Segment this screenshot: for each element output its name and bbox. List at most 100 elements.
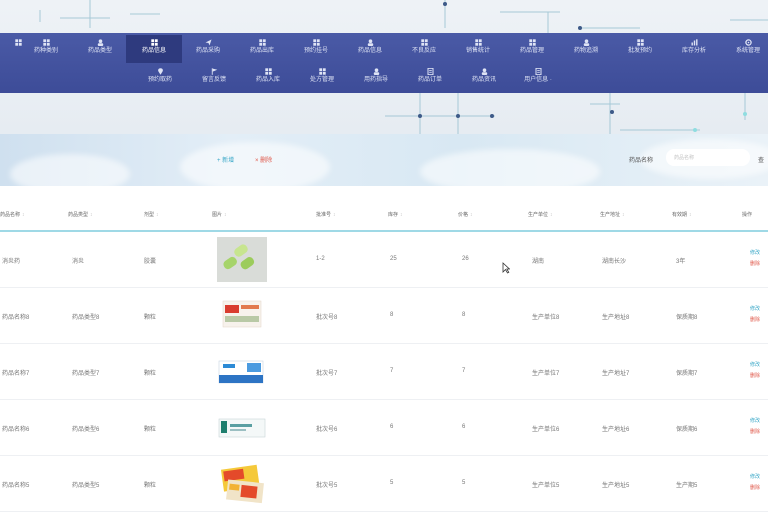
table-cell: 6 [390,424,394,430]
row-delete-button[interactable]: 删除 [750,260,760,267]
nav-item[interactable]: 销售统计 [450,35,506,63]
send-icon [205,39,212,46]
sort-icon: ↕ [156,212,159,218]
medicine-image [217,237,267,282]
edit-button[interactable]: 修改 [750,305,760,312]
nav-item[interactable]: 留言反馈 [186,64,242,92]
table-cell: 药品类型7 [72,371,100,377]
doc-icon [535,68,542,75]
nav-item[interactable]: 用户信息 · [510,64,566,92]
row-delete-button[interactable]: 删除 [750,372,760,379]
search-input[interactable] [666,149,750,166]
column-header[interactable]: 操作 [742,211,752,218]
column-header[interactable]: 生产地址 ↕ [600,211,625,218]
column-header-label: 药品类型 [68,212,89,218]
cloud-decoration [420,149,600,186]
table-cell: 药品名称7 [2,371,30,377]
table-row[interactable]: 药品名称5 药品类型5 颗粒 批次号5 5 5 生产单位5 生产地址5 生产期5 修改 删除 [0,456,768,512]
medicine-image [217,349,267,394]
medicine-image [217,293,267,338]
column-header-label: 操作 [742,212,753,218]
main-nav: 药种类别 药品类型 药品信息 药品采购 药品出库 预约挂号 药品信息 不良反应 销售统计 药品管理… [0,33,768,93]
nav-item[interactable]: 药品出库 [234,35,290,63]
chart-icon [691,39,698,46]
table-row[interactable]: 药品名称7 药品类型7 颗粒 批次号7 7 7 生产单位7 生产地址7 保质期7 修改 删除 [0,344,768,400]
grid-icon [312,39,320,46]
search-button[interactable]: 查 [758,155,764,164]
nav-item[interactable]: 药品管理 [504,35,560,63]
sort-icon: ↕ [224,212,227,218]
cloud-decoration [10,154,130,186]
nav-item-label: 用户信息 · [524,77,552,83]
column-header-label: 库存 [388,212,399,218]
user-icon [481,68,488,75]
nav-item[interactable]: 药品采购 [180,35,236,63]
nav-item[interactable]: 不良反应 [396,35,452,63]
table-cell: 生产地址5 [602,483,630,489]
table-cell: 湖南长沙 [602,259,627,265]
table-cell: 颗粒 [144,483,157,489]
table-row[interactable]: 药品名称8 药品类型8 颗粒 批次号8 8 8 生产单位8 生产地址8 保质期8 修改 删除 [0,288,768,344]
column-header[interactable]: 图片 ↕ [212,211,227,218]
table-cell: 生产地址7 [602,371,630,377]
nav-item-label: 系统管理 [735,48,760,54]
grid-icon [264,68,272,75]
edit-button[interactable]: 修改 [750,361,760,368]
table-row[interactable]: 药品名称6 药品类型6 颗粒 批次号6 6 6 生产单位6 生产地址6 保质期6 修改 删除 [0,400,768,456]
column-header[interactable]: 剂型 ↕ [144,211,159,218]
table-cell: 批次号7 [316,371,338,377]
grid-icon [528,39,536,46]
nav-item[interactable]: 药品订单 [402,64,458,92]
nav-item[interactable]: 批发预约 [612,35,668,63]
edit-button[interactable]: 修改 [750,473,760,480]
nav-item-label: 销售统计 [465,48,490,54]
nav-item-label: 不良反应 [411,48,436,54]
nav-item[interactable]: 用药指导 [348,64,404,92]
nav-item-label: 药品类型 [87,48,112,54]
row-delete-button[interactable]: 删除 [750,316,760,323]
column-header[interactable]: 有效期 ↕ [672,211,692,218]
nav-item[interactable]: 药品类型 [72,35,128,63]
column-header[interactable]: 批准号 ↕ [316,211,336,218]
nav-item[interactable]: 药品入库 [240,64,296,92]
add-button[interactable]: + 新增 [217,155,234,164]
nav-item[interactable]: 预约挂号 [288,35,344,63]
nav-item[interactable]: 系统管理 [720,35,768,63]
delete-button-label: × 删除 [255,158,273,164]
pin-icon [157,68,164,75]
nav-item-label: 留言反馈 [201,77,226,83]
nav-item-label: 药品管理 [519,48,544,54]
table-cell: 保质期7 [676,371,698,377]
column-header[interactable]: 药品类型 ↕ [68,211,93,218]
nav-item[interactable]: 药物追溯 [558,35,614,63]
table-cell: 药品类型8 [72,315,100,321]
table-cell: 5 [390,480,394,486]
nav-item[interactable]: 预约取药 [132,64,188,92]
nav-item[interactable]: 药品信息 [126,35,182,63]
nav-item[interactable]: 药品资讯 [456,64,512,92]
column-header[interactable]: 药品名称 ↕ [0,211,25,218]
table-cell: 生产单位6 [532,427,560,433]
table-cell: 8 [390,312,394,318]
grid-icon [42,39,50,46]
grid-icon [420,39,428,46]
table-row[interactable]: 消炎药 消炎 胶囊 1-2 25 26 湖南 湖南长沙 3年 修改 删除 [0,232,768,288]
table-cell: 颗粒 [144,371,157,377]
edit-button[interactable]: 修改 [750,249,760,256]
flag-icon [211,68,218,75]
nav-item[interactable]: 药种类别 [18,35,74,63]
delete-button[interactable]: × 删除 [255,155,272,164]
row-delete-button[interactable]: 删除 [750,484,760,491]
column-header[interactable]: 价格 ↕ [458,211,473,218]
nav-item[interactable]: 库存分析 [666,35,722,63]
row-delete-button[interactable]: 删除 [750,428,760,435]
column-header-label: 剂型 [144,212,155,218]
column-header[interactable]: 生产单位 ↕ [528,211,553,218]
table-cell: 6 [462,424,466,430]
sort-icon: ↕ [550,212,553,218]
column-header[interactable]: 库存 ↕ [388,211,403,218]
nav-item[interactable]: 药品信息 [342,35,398,63]
nav-item[interactable]: 处方管理 [294,64,350,92]
table-cell: 保质期8 [676,315,698,321]
edit-button[interactable]: 修改 [750,417,760,424]
